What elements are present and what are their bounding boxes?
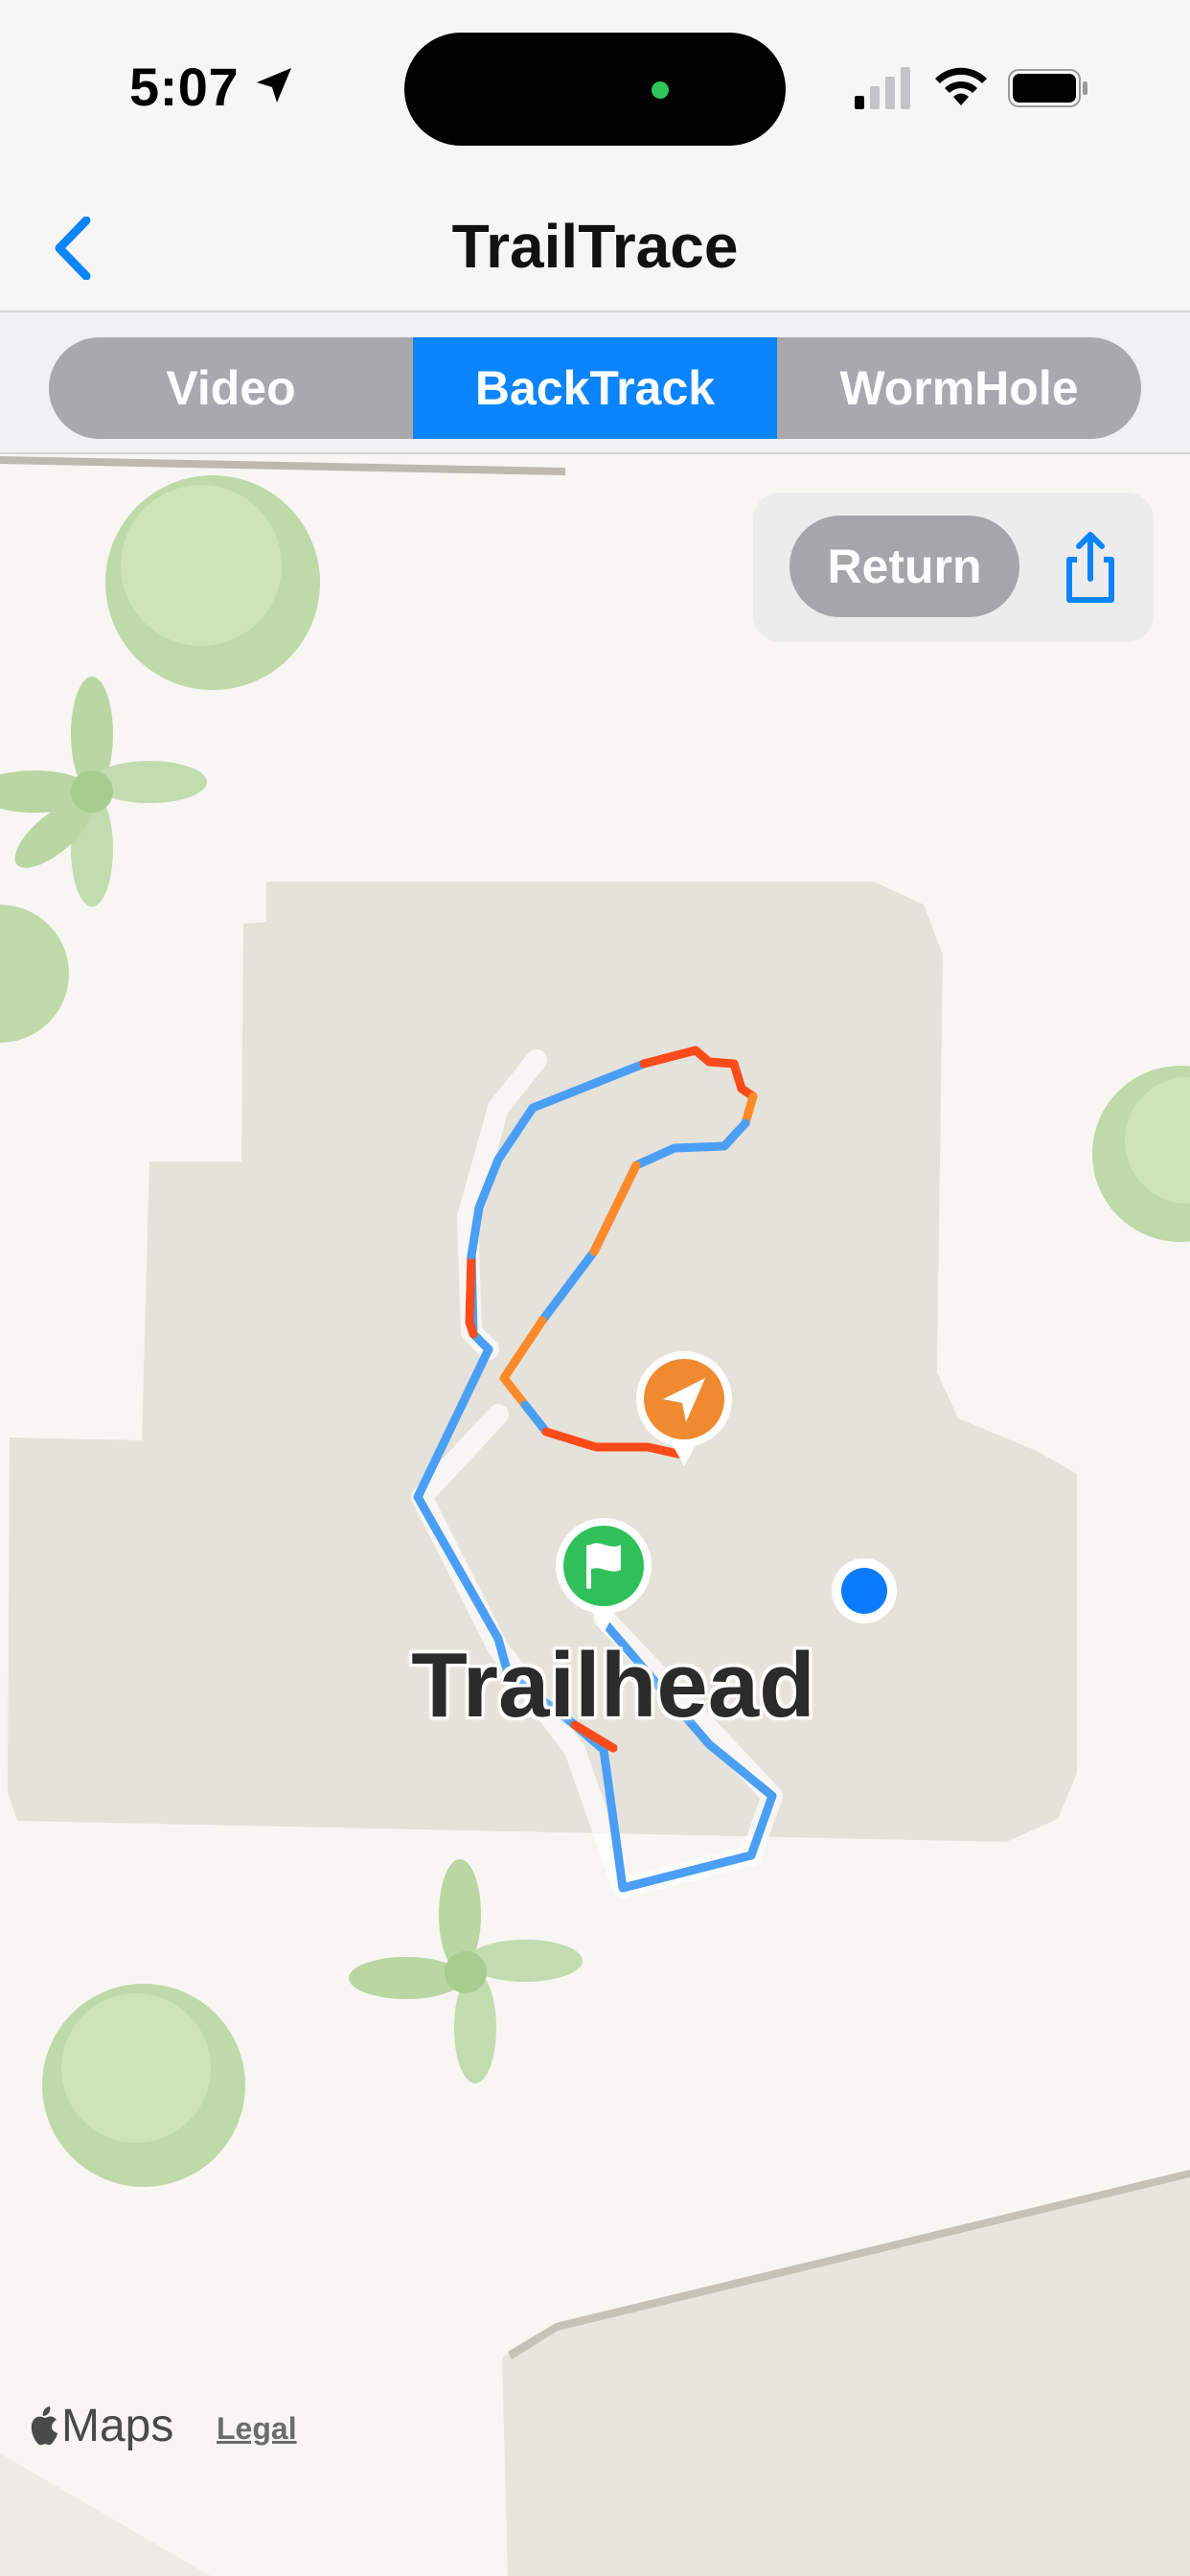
current-position-marker[interactable] (634, 1349, 734, 1468)
palm-tree (349, 1859, 583, 2083)
location-arrow-icon (257, 68, 291, 103)
battery-icon (1008, 69, 1087, 107)
status-time: 5:07 (129, 57, 240, 117)
mode-selector-bar: Video BackTrack WormHole (0, 310, 1190, 454)
status-bar: 5:07 (0, 0, 1190, 172)
share-icon[interactable] (1050, 527, 1131, 608)
return-button[interactable]: Return (790, 516, 1019, 617)
segment-video[interactable]: Video (49, 337, 413, 439)
navigation-bar: TrailTrace (0, 172, 1190, 310)
tree (0, 905, 69, 1043)
camera-indicator-dot (652, 81, 669, 99)
road-area (502, 2170, 1190, 2576)
dynamic-island (404, 33, 786, 146)
map-toolbar: Return (753, 493, 1154, 642)
user-location-dot (832, 1558, 897, 1623)
map-view[interactable]: Return Trailhead Maps Legal (0, 454, 1190, 2576)
palm-tree (0, 677, 207, 907)
signal-icon (855, 67, 910, 109)
road-edge (0, 456, 565, 475)
trail-segment-red (465, 1251, 478, 1339)
tree (1092, 1066, 1190, 1242)
tree (42, 1984, 245, 2187)
segment-backtrack[interactable]: BackTrack (413, 337, 777, 439)
segment-wormhole[interactable]: WormHole (777, 337, 1141, 439)
maps-attribution: Maps (29, 2400, 173, 2452)
legal-link[interactable]: Legal (217, 2411, 297, 2447)
page-title: TrailTrace (451, 212, 739, 281)
place-label: Trailhead (411, 1634, 815, 1736)
wifi-icon (935, 67, 987, 105)
trail-start-marker[interactable] (554, 1516, 653, 1635)
maps-label: Maps (61, 2401, 174, 2451)
tree (105, 475, 320, 690)
segmented-control: Video BackTrack WormHole (49, 337, 1141, 439)
map-canvas (0, 456, 1190, 2576)
apple-logo-icon (31, 2405, 57, 2445)
path-area (0, 2453, 211, 2576)
